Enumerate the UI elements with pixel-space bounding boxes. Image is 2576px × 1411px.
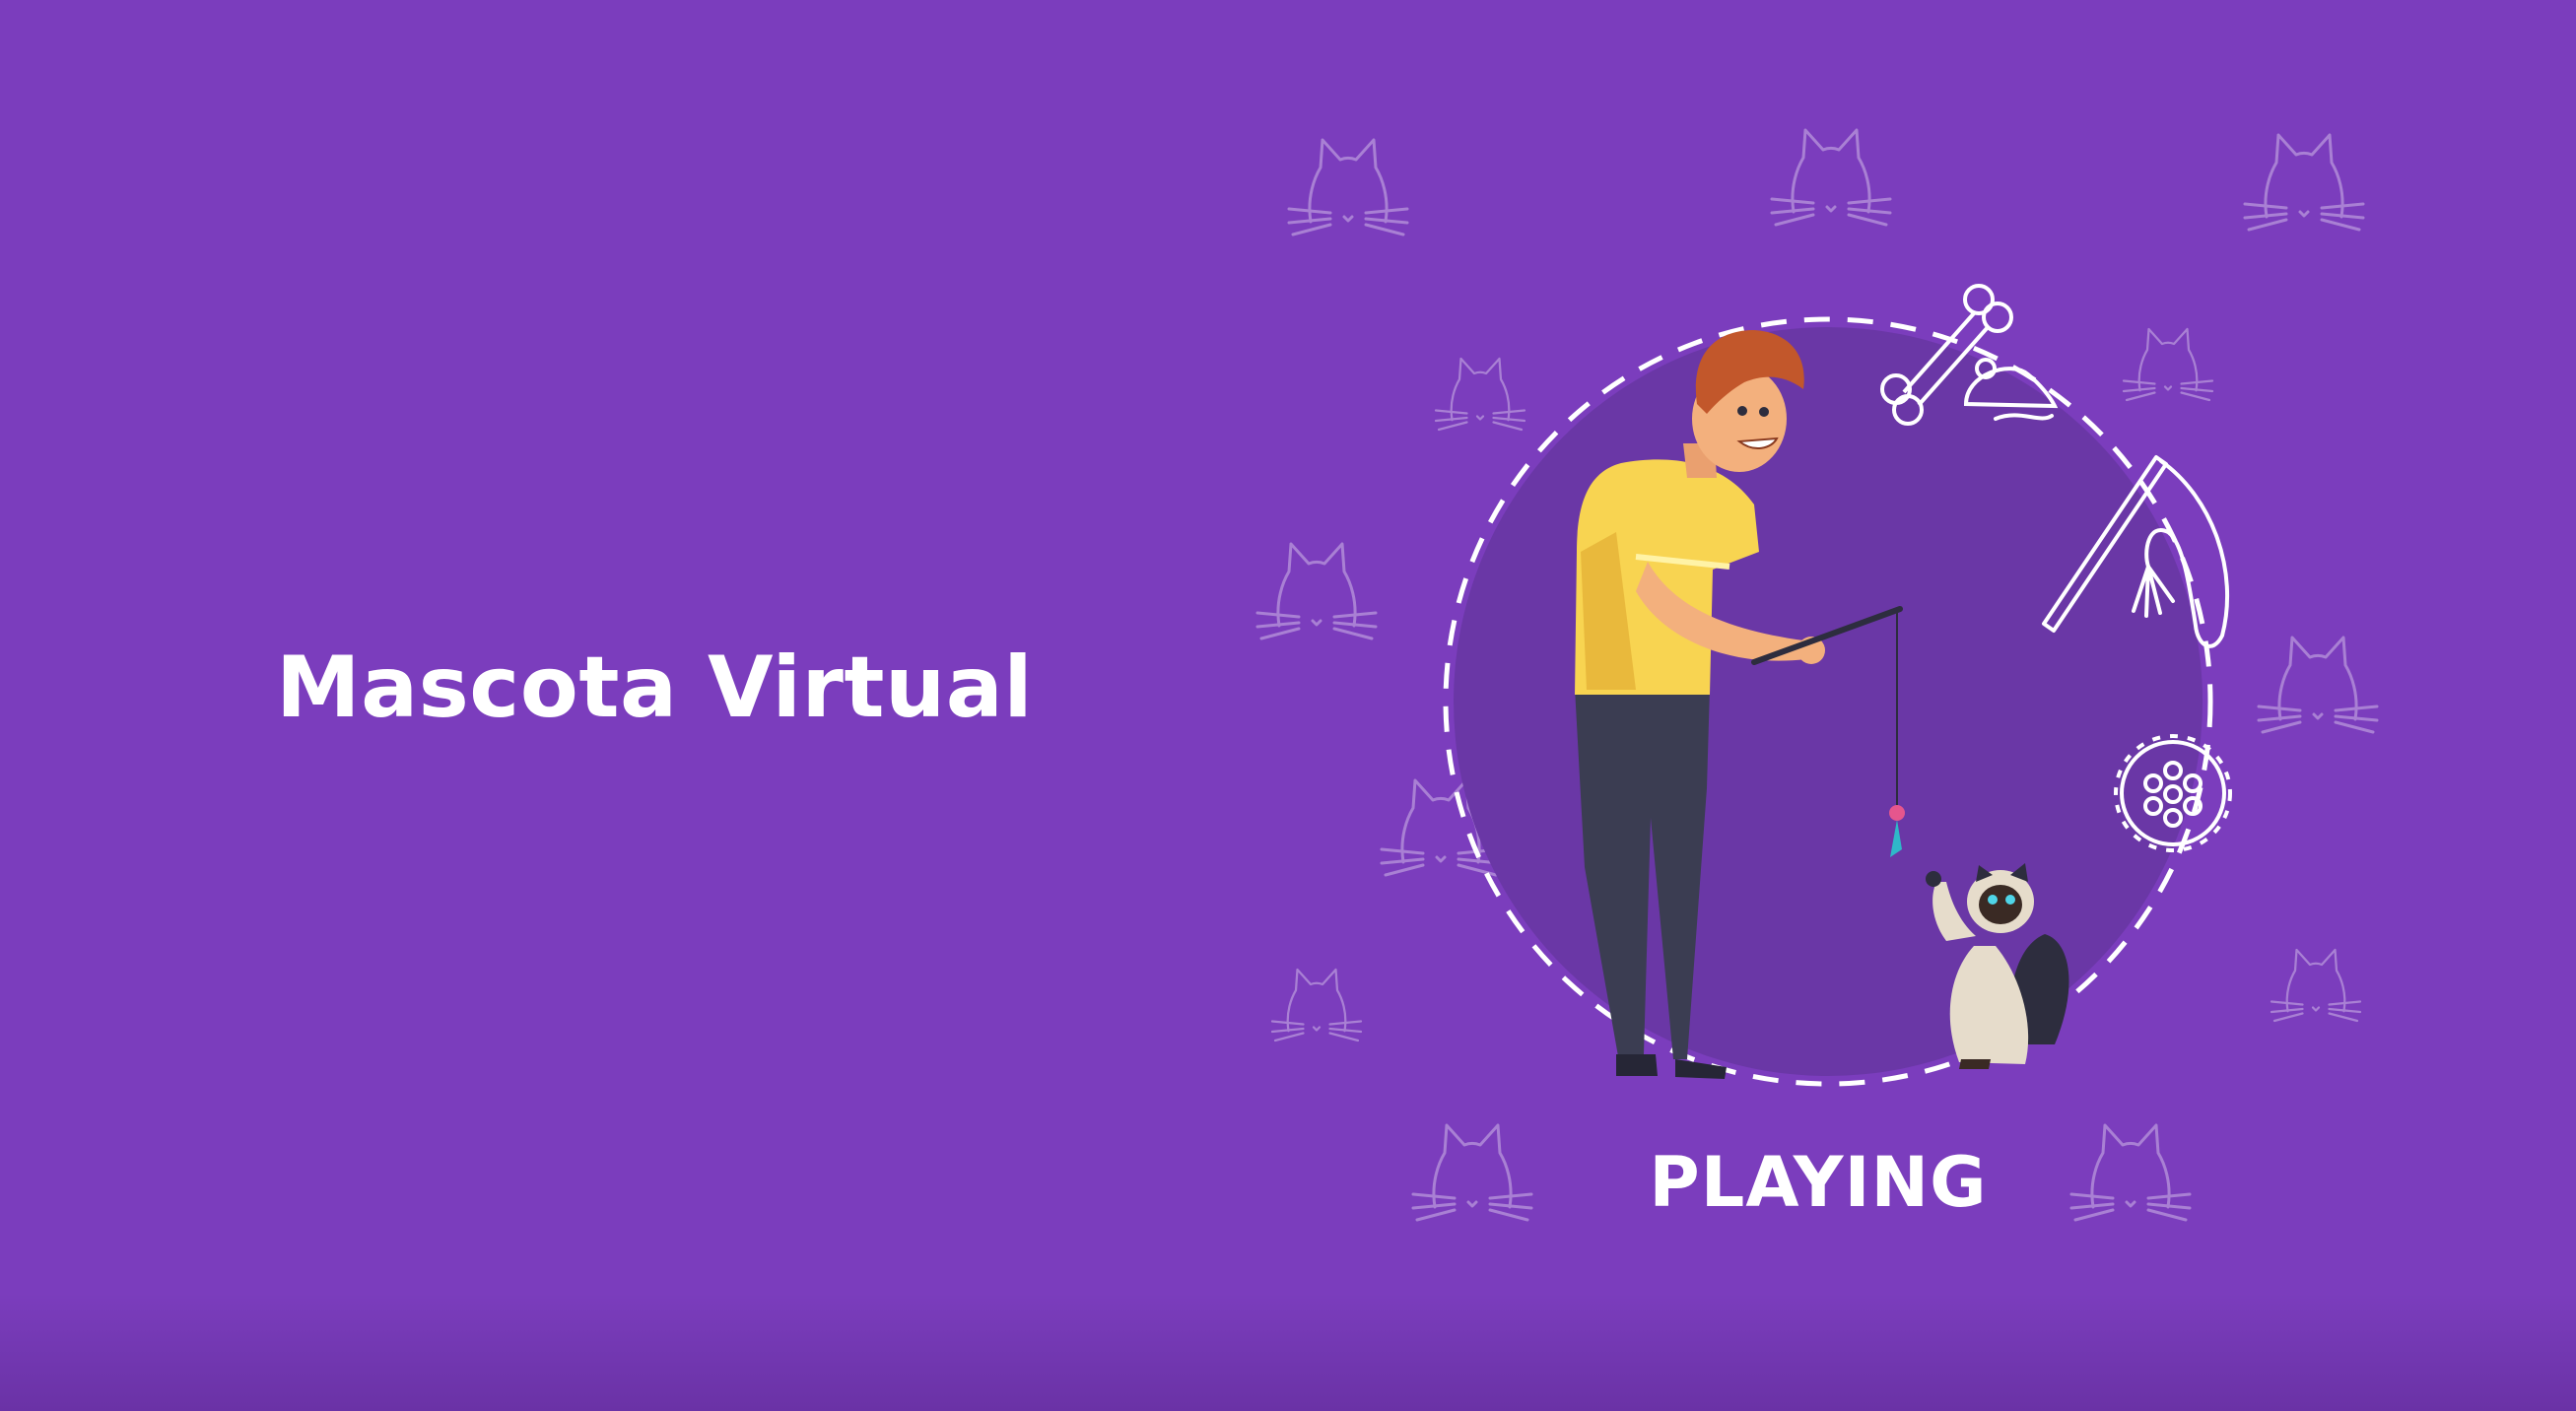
cat-face-icon xyxy=(2270,948,2362,1023)
cat-face-icon xyxy=(2243,133,2365,232)
cat-face-icon xyxy=(1434,357,1526,432)
cat-face-icon xyxy=(1770,128,1892,227)
cat-face-icon xyxy=(1270,968,1363,1042)
pet-status-label: PLAYING xyxy=(1649,1142,1988,1223)
cat-face-icon xyxy=(2069,1123,2192,1222)
app-title: Mascota Virtual xyxy=(276,638,1034,737)
cat-face-icon xyxy=(2122,327,2214,402)
cat-face-icon xyxy=(2257,636,2379,734)
cat-face-icon xyxy=(1287,138,1409,236)
scene-circle xyxy=(1454,327,2203,1076)
cat-face-icon xyxy=(1411,1123,1533,1222)
cat-face-icon xyxy=(1255,542,1378,640)
